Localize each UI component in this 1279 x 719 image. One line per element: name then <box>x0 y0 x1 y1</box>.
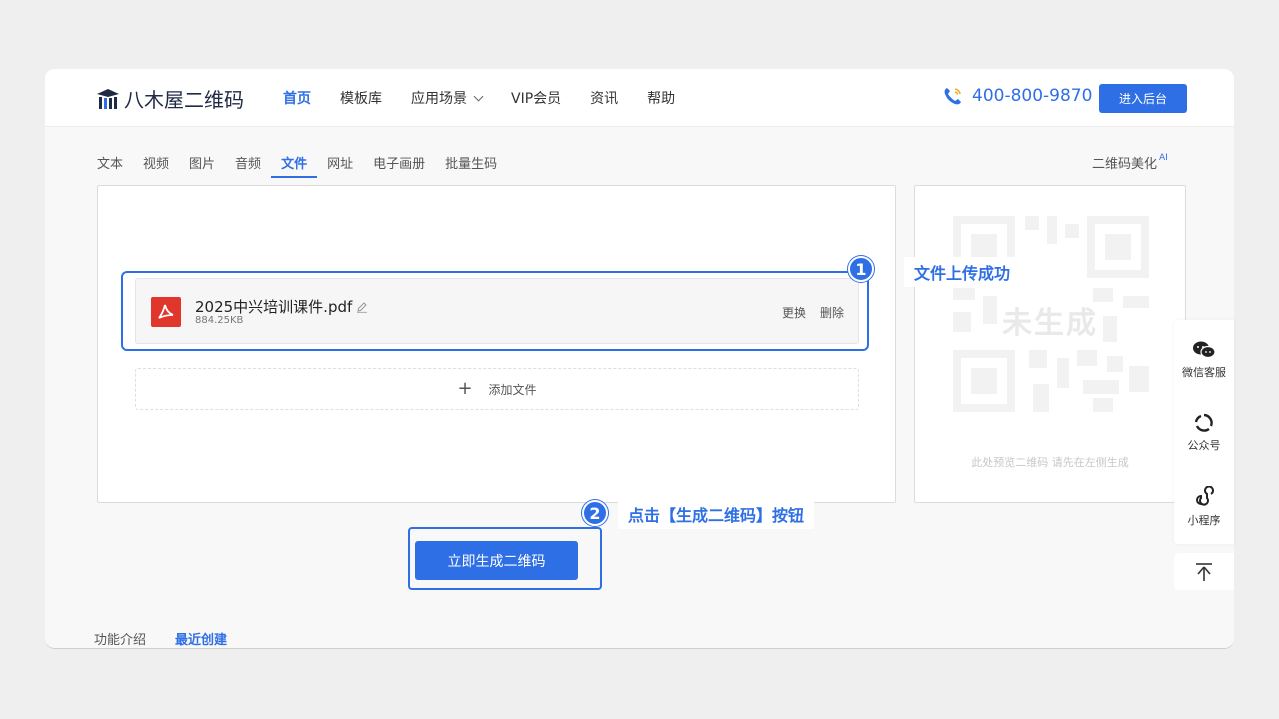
tab-recent[interactable]: 最近创建 <box>175 629 227 648</box>
logo[interactable]: 八木屋二维码 <box>95 84 244 113</box>
tab-video[interactable]: 视频 <box>143 153 169 177</box>
nav-vip[interactable]: VIP会员 <box>511 88 561 108</box>
official-account[interactable]: 公众号 <box>1174 413 1234 453</box>
floating-sidebar: 微信客服 公众号 小程序 <box>1174 320 1234 544</box>
nav-scenarios-label: 应用场景 <box>411 91 467 107</box>
nav-scenarios[interactable]: 应用场景 <box>411 88 484 108</box>
preview-hint: 此处预览二维码 请先在左侧生成 <box>971 456 1129 469</box>
back-to-top-icon <box>1196 562 1212 581</box>
logo-text: 八木屋二维码 <box>124 88 244 112</box>
wechat-icon <box>1193 341 1216 359</box>
header: 八木屋二维码 首页 模板库 应用场景 VIP会员 资讯 帮助 400-800-9… <box>45 69 1234 127</box>
tab-ebook[interactable]: 电子画册 <box>373 153 425 177</box>
tab-url[interactable]: 网址 <box>327 153 353 177</box>
bottom-tabs: 功能介绍 最近创建 <box>94 629 256 648</box>
qr-beautify-link[interactable]: 二维码美化 AI <box>1092 153 1168 172</box>
type-tabs: 文本 视频 图片 音频 文件 网址 电子画册 批量生码 <box>97 153 517 178</box>
phone-contact: 400-800-9870 <box>942 85 1092 107</box>
chevron-down-icon <box>473 91 484 101</box>
tab-batch[interactable]: 批量生码 <box>445 153 497 177</box>
nav-home[interactable]: 首页 <box>283 88 311 108</box>
step2-badge: 2 <box>582 500 608 526</box>
step1-badge: 1 <box>848 256 874 282</box>
official-account-icon <box>1194 413 1213 432</box>
nav-templates[interactable]: 模板库 <box>340 88 382 108</box>
tab-file[interactable]: 文件 <box>271 153 318 178</box>
add-file-button[interactable]: + 添加文件 <box>135 368 859 410</box>
not-generated-label: 未生成 <box>1002 306 1098 341</box>
plus-icon: + <box>457 378 473 399</box>
wechat-service[interactable]: 微信客服 <box>1174 340 1234 380</box>
nav-news[interactable]: 资讯 <box>590 88 618 108</box>
nav-help[interactable]: 帮助 <box>647 88 675 108</box>
file-upload-panel: 2025中兴培训课件.pdf 884.25KB 更换 删除 + 添加文件 <box>97 185 896 503</box>
ai-badge: AI <box>1159 153 1168 163</box>
phone-icon <box>944 88 961 105</box>
mini-program[interactable]: 小程序 <box>1174 486 1234 528</box>
back-to-top-button[interactable] <box>1174 553 1234 590</box>
tab-features[interactable]: 功能介绍 <box>94 629 146 648</box>
logo-icon <box>97 88 119 109</box>
tab-text[interactable]: 文本 <box>97 153 123 177</box>
tab-image[interactable]: 图片 <box>189 153 215 177</box>
generate-qr-button[interactable]: 立即生成二维码 <box>415 541 578 580</box>
phone-number: 400-800-9870 <box>972 86 1093 106</box>
enter-backend-button[interactable]: 进入后台 <box>1099 84 1187 113</box>
miniprogram-icon <box>1196 486 1214 506</box>
tab-audio[interactable]: 音频 <box>235 153 261 177</box>
upload-highlight-box <box>121 271 869 351</box>
main-card: 八木屋二维码 首页 模板库 应用场景 VIP会员 资讯 帮助 400-800-9… <box>45 69 1234 649</box>
main-nav: 首页 模板库 应用场景 VIP会员 资讯 帮助 <box>283 69 704 127</box>
official-account-label: 公众号 <box>1187 439 1221 452</box>
qr-preview-panel: 未生成 此处预览二维码 请先在左侧生成 <box>914 185 1186 503</box>
beautify-label: 二维码美化 <box>1092 157 1158 172</box>
wechat-label: 微信客服 <box>1182 366 1226 379</box>
step1-text: 文件上传成功 <box>904 257 1021 287</box>
miniprogram-label: 小程序 <box>1187 514 1221 527</box>
add-file-label: 添加文件 <box>488 382 537 397</box>
step2-text: 点击【生成二维码】按钮 <box>618 499 815 529</box>
